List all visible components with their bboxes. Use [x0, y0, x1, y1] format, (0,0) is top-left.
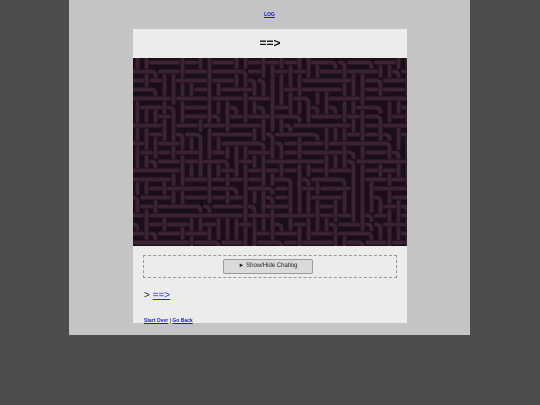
next-page-link[interactable]: ==> — [153, 290, 171, 301]
page-title: ==> — [259, 36, 281, 50]
show-hide-chatlog-button[interactable]: ► Show/Hide Chatlog — [223, 259, 313, 274]
prompt-symbol: > — [144, 290, 150, 301]
page-frame: LOG ==> ► Show/Hide Chatlog > ==> Start … — [69, 0, 470, 335]
maze-graphic — [133, 58, 407, 246]
start-over-link[interactable]: Start Over — [144, 318, 168, 324]
chatlog-container: ► Show/Hide Chatlog — [143, 255, 397, 278]
footer-separator: | — [169, 318, 171, 324]
next-choice: > ==> — [144, 290, 170, 301]
story-panel: ==> ► Show/Hide Chatlog > ==> Start Over… — [133, 29, 407, 324]
footer-links: Start Over | Go Back — [144, 318, 193, 324]
maze-walls — [133, 58, 407, 246]
log-link[interactable]: LOG — [69, 12, 470, 18]
maze-image — [133, 58, 407, 246]
go-back-link[interactable]: Go Back — [172, 318, 192, 324]
